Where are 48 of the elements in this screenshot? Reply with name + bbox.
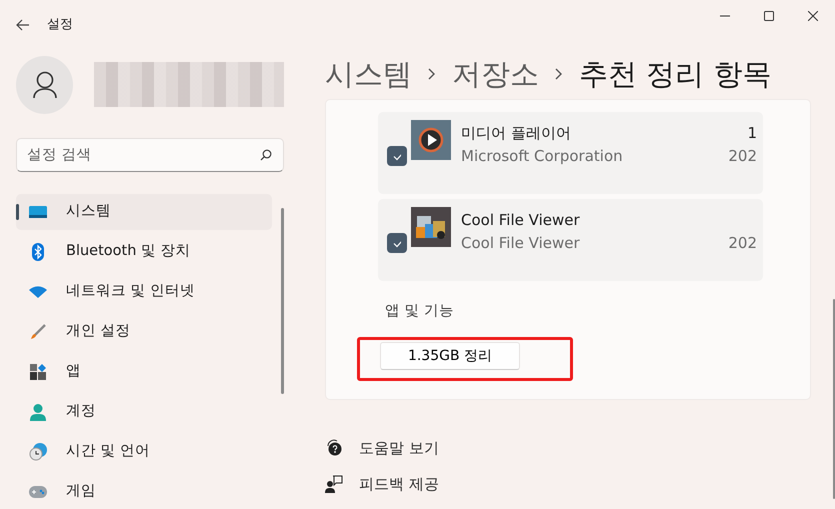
display-icon	[28, 206, 48, 218]
sidebar-item[interactable]: Bluetooth 및 장치	[16, 234, 272, 270]
file-viewer-icon	[411, 207, 451, 248]
app-publisher: Cool File Viewer	[461, 232, 581, 254]
minimize-icon	[720, 15, 730, 17]
sidebar-item[interactable]: 개인 설정	[16, 314, 272, 350]
check-icon	[393, 152, 401, 161]
window-title: 설정	[47, 16, 73, 34]
help-icon	[325, 439, 343, 458]
app-date: 202	[728, 232, 757, 254]
media-player-icon	[411, 120, 451, 160]
back-icon[interactable]	[16, 18, 30, 31]
app-date: 202	[728, 146, 757, 167]
chevron-icon	[428, 68, 436, 80]
chevron-icon	[555, 68, 563, 80]
apps-icon	[28, 364, 48, 380]
sidebar-item[interactable]: 앱	[16, 354, 272, 390]
scrollbar[interactable]	[833, 299, 835, 500]
brush-icon	[28, 324, 48, 340]
search-field[interactable]: 설정 검색	[16, 138, 284, 172]
checkbox[interactable]	[387, 146, 407, 166]
sidebar-item[interactable]: 네트워크 및 인터넷	[16, 274, 272, 310]
search-icon	[260, 149, 272, 162]
maximize-icon	[764, 11, 774, 21]
app-publisher: Microsoft Corporation	[461, 146, 624, 167]
sidebar-item[interactable]: 시스템	[16, 194, 272, 230]
app-name: Cool File Viewer	[461, 210, 581, 232]
sidebar-item[interactable]: 게임	[16, 474, 272, 509]
close-icon	[808, 11, 818, 21]
wifi-icon	[28, 286, 48, 298]
help-link[interactable]: 피드백 제공	[359, 472, 439, 496]
check-icon	[393, 238, 401, 248]
breadcrumb-item[interactable]: 저장소	[452, 52, 539, 96]
gamepad-icon	[28, 486, 48, 498]
sidebar-item[interactable]: 시간 및 언어	[16, 434, 272, 470]
help-link[interactable]: 도움말 보기	[359, 436, 439, 460]
sidebar-item[interactable]: 계정	[16, 394, 272, 430]
breadcrumb-item: 추천 정리 항목	[579, 56, 772, 93]
feedback-icon	[325, 475, 343, 494]
app-size: 1	[746, 123, 757, 144]
scrollbar[interactable]	[281, 208, 284, 394]
app-name: 미디어 플레이어	[461, 123, 572, 144]
apps-features-label: 앱 및 기능	[385, 302, 456, 322]
clock-globe-icon	[28, 443, 48, 462]
breadcrumb-item[interactable]: 시스템	[325, 52, 412, 96]
person-icon	[28, 404, 48, 421]
cleanup-button[interactable]: 1.35GB 정리	[380, 342, 520, 370]
checkbox[interactable]	[387, 233, 407, 254]
